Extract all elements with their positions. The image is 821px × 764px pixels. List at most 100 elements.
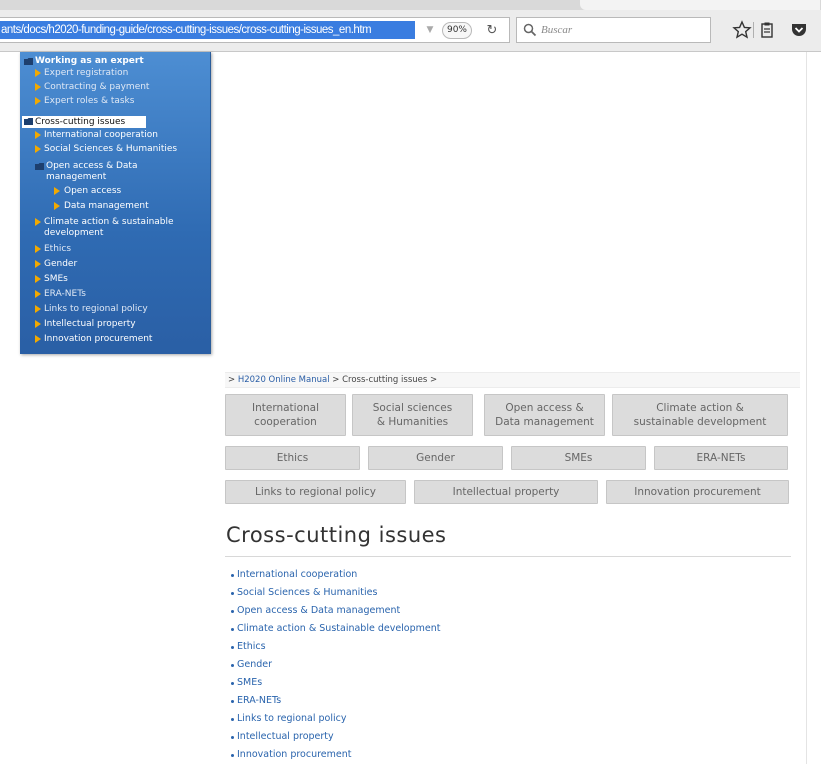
sidebar-item-label: Open access xyxy=(64,186,122,196)
list-item-link[interactable]: Innovation procurement xyxy=(237,749,352,761)
bullet-icon xyxy=(231,718,234,721)
search-input[interactable] xyxy=(541,22,701,38)
breadcrumb-prefix: > xyxy=(228,375,238,385)
topic-button-smes[interactable]: SMEs xyxy=(511,446,646,470)
chevron-right-icon xyxy=(35,275,41,283)
url-bar[interactable]: ants/docs/h2020-funding-guide/cross-cutt… xyxy=(0,17,510,43)
folder-open-icon xyxy=(24,118,33,125)
list-item-link[interactable]: Gender xyxy=(237,659,272,671)
browser-toolbar: ants/docs/h2020-funding-guide/cross-cutt… xyxy=(0,0,821,52)
sidebar-item-label: Ethics xyxy=(44,244,72,254)
topic-button-label: Open access & xyxy=(505,402,584,414)
chevron-right-icon xyxy=(35,69,41,77)
breadcrumb-trail: > H2020 Online Manual > Cross-cutting is… xyxy=(228,375,437,385)
topic-button-label: sustainable development xyxy=(633,416,767,428)
sidebar-item-label: SMEs xyxy=(44,274,68,284)
sidebar-item-label: Links to regional policy xyxy=(44,304,148,314)
bullet-icon xyxy=(231,736,234,739)
breadcrumb-home-link[interactable]: H2020 Online Manual xyxy=(238,375,330,385)
topic-button-innovation-procurement[interactable]: Innovation procurement xyxy=(606,480,789,504)
page-viewport: Working as an expert Expert registration… xyxy=(0,52,821,764)
reading-list-icon[interactable] xyxy=(757,20,777,40)
topic-button-label: International xyxy=(251,402,319,414)
chevron-right-icon xyxy=(35,335,41,343)
topic-button-label: Climate action & xyxy=(656,402,744,414)
page-title: Cross-cutting issues xyxy=(226,523,447,547)
search-icon xyxy=(523,23,537,37)
list-item-link[interactable]: Social Sciences & Humanities xyxy=(237,587,377,599)
chevron-right-icon xyxy=(35,245,41,253)
breadcrumb-separator: > xyxy=(329,375,343,385)
url-dropdown-icon[interactable]: ▼ xyxy=(423,22,437,38)
topic-button-era-nets[interactable]: ERA-NETs xyxy=(654,446,788,470)
page-edge-rule xyxy=(806,52,807,764)
chevron-right-icon xyxy=(35,218,41,226)
list-item-link[interactable]: Open access & Data management xyxy=(237,605,400,617)
topic-button-international-cooperation[interactable]: International cooperation xyxy=(225,394,346,436)
sidebar-item-label: Expert roles & tasks xyxy=(44,96,135,106)
folder-open-icon xyxy=(35,163,44,170)
chevron-right-icon xyxy=(35,83,41,91)
topic-button-intellectual-property[interactable]: Intellectual property xyxy=(414,480,598,504)
zoom-level-badge[interactable]: 90% xyxy=(442,22,472,39)
breadcrumb-current: Cross-cutting issues xyxy=(342,375,428,385)
topic-button-social-sciences[interactable]: Social sciences & Humanities xyxy=(352,394,473,436)
sidebar-item-climate-action[interactable]: Climate action & sustainable development xyxy=(20,217,211,239)
chevron-right-icon xyxy=(35,97,41,105)
chevron-right-icon xyxy=(35,145,41,153)
topic-button-label: & Humanities xyxy=(376,416,449,428)
sidebar-navigation: Working as an expert Expert registration… xyxy=(20,52,211,354)
bookmark-star-icon[interactable] xyxy=(732,20,752,40)
list-item-link[interactable]: International cooperation xyxy=(237,569,357,581)
sidebar-item-label: Contracting & payment xyxy=(44,82,150,92)
chevron-right-icon xyxy=(35,260,41,268)
sidebar-item-label: Intellectual property xyxy=(44,319,136,329)
pocket-icon[interactable] xyxy=(789,20,809,40)
breadcrumb-suffix: > xyxy=(427,375,438,385)
bullet-icon xyxy=(231,610,234,613)
sidebar-item-label: Cross-cutting issues xyxy=(35,117,126,127)
bullet-icon xyxy=(231,628,234,631)
list-item-link[interactable]: Intellectual property xyxy=(237,731,334,743)
list-item-link[interactable]: SMEs xyxy=(237,677,262,689)
list-item-link[interactable]: ERA-NETs xyxy=(237,695,281,707)
sidebar-item-label: Data management xyxy=(64,201,149,211)
bullet-icon xyxy=(231,664,234,667)
chevron-right-icon xyxy=(35,320,41,328)
list-item-link[interactable]: Climate action & Sustainable development xyxy=(237,623,441,635)
sidebar-item-label: International cooperation xyxy=(44,130,158,140)
tab-edge xyxy=(580,0,820,10)
toolbar-separator xyxy=(753,22,754,38)
topic-button-climate-action[interactable]: Climate action & sustainable development xyxy=(612,394,788,436)
chevron-right-icon xyxy=(35,305,41,313)
list-item-link[interactable]: Ethics xyxy=(237,641,266,653)
topic-button-ethics[interactable]: Ethics xyxy=(225,446,360,470)
chevron-right-icon xyxy=(54,187,60,195)
url-text[interactable]: ants/docs/h2020-funding-guide/cross-cutt… xyxy=(0,21,415,39)
sidebar-item-open-access-data-management[interactable]: Open access & Data management xyxy=(20,161,211,183)
topic-button-label: cooperation xyxy=(254,416,317,428)
sidebar-item-label: ERA-NETs xyxy=(44,289,86,299)
topic-button-open-access[interactable]: Open access & Data management xyxy=(484,394,605,436)
breadcrumb: > H2020 Online Manual > Cross-cutting is… xyxy=(225,372,800,388)
sidebar-item-label: Social Sciences & Humanities xyxy=(44,144,178,154)
reload-icon[interactable]: ↻ xyxy=(482,21,502,41)
sidebar-item-label: Gender xyxy=(44,259,78,269)
topic-button-label: Social sciences xyxy=(372,402,453,414)
sidebar-item-label: Climate action & sustainable xyxy=(44,217,174,227)
chevron-right-icon xyxy=(35,131,41,139)
sidebar-item-label: Working as an expert xyxy=(35,56,144,66)
bullet-icon xyxy=(231,682,234,685)
sidebar-item-label: Innovation procurement xyxy=(44,334,153,344)
sidebar-item-label: development xyxy=(44,228,104,238)
list-item-link[interactable]: Links to regional policy xyxy=(237,713,346,725)
bullet-icon xyxy=(231,700,234,703)
sidebar-item-cross-cutting-issues[interactable]: Cross-cutting issues xyxy=(22,116,146,128)
bullet-icon xyxy=(231,754,234,757)
chevron-right-icon xyxy=(54,202,60,210)
sidebar-item-label: Expert registration xyxy=(44,68,129,78)
topic-button-gender[interactable]: Gender xyxy=(368,446,503,470)
search-box[interactable] xyxy=(516,17,711,43)
chevron-right-icon xyxy=(35,290,41,298)
topic-button-links-to-regional-policy[interactable]: Links to regional policy xyxy=(225,480,406,504)
